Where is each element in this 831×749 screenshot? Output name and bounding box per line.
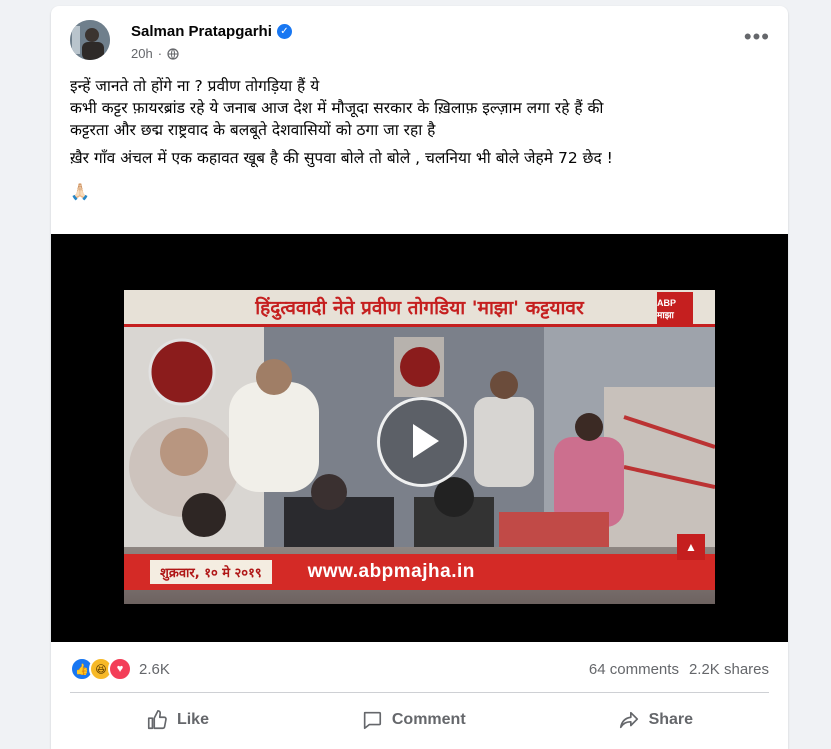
video-lower-third: शुक्रवार, १० मे २०१९ www.abpmajha.in [124,554,715,590]
video-banner: हिंदुत्ववादी नेते प्रवीण तोगडिया 'माझा' … [124,290,715,327]
share-button[interactable]: Share [598,703,713,737]
share-arrow-icon [619,711,638,729]
author-name-text[interactable]: Salman Pratapgarhi [131,23,272,40]
comment-label: Comment [391,711,466,728]
more-options-icon[interactable]: ••• [744,26,770,48]
post-timestamp[interactable]: 20h [131,46,153,61]
post-card: Salman Pratapgarhi ✓ 20h · ••• इन्हें जा… [51,6,788,749]
video-date: शुक्रवार, १० मे २०१९ [150,560,272,584]
video-banner-text: हिंदुत्ववादी नेते प्रवीण तोगडिया 'माझा' … [255,297,584,319]
author-avatar[interactable] [70,20,110,60]
folded-hands-emoji: 🙏🏻 [70,182,90,201]
play-button-icon[interactable] [377,397,467,487]
engagement-counts: 64 comments 2.2K shares [589,661,769,678]
reactions-count[interactable]: 2.6K [139,661,170,678]
post-text-line: ख़ैर गाँव अंचल में एक कहावत खूब है की सु… [70,149,613,167]
post-stats: 👍 😆 ♥ 2.6K 64 comments 2.2K shares [70,656,769,682]
comment-button[interactable]: Comment [341,703,486,737]
comments-count[interactable]: 64 comments [589,661,679,678]
love-reaction-icon: ♥ [108,657,132,681]
post-actions: Like Comment Share [70,700,769,740]
post-text: इन्हें जानते तो होंगे ना ? प्रवीण तोगड़ि… [70,75,770,203]
author-name[interactable]: Salman Pratapgarhi ✓ [131,23,292,40]
reactions-summary[interactable]: 👍 😆 ♥ 2.6K [70,657,170,681]
post-meta: 20h · [131,46,179,61]
video-url: www.abpmajha.in [307,561,475,582]
globe-icon [167,47,179,60]
divider [70,692,769,693]
post-text-line: कभी कट्टर फ़ायरब्रांड रहे ये जनाब आज देश… [70,99,604,117]
like-button[interactable]: Like [126,703,229,737]
abp-logo: ABP माझा [657,292,693,326]
video-player[interactable]: हिंदुत्ववादी नेते प्रवीण तोगडिया 'माझा' … [51,234,788,642]
share-label: Share [648,711,694,728]
meta-separator: · [157,46,163,61]
verified-badge-icon: ✓ [276,24,292,39]
post-text-line: इन्हें जानते तो होंगे ना ? प्रवीण तोगड़ि… [70,77,320,95]
post-text-line: कट्टरता और छद्म राष्ट्रवाद के बलबूते देश… [70,121,436,139]
like-label: Like [176,711,209,728]
comment-bubble-icon [363,711,381,730]
shares-count[interactable]: 2.2K shares [689,661,769,678]
thumbs-up-icon [147,710,167,730]
channel-corner-logo-icon: ▲ [677,534,705,560]
